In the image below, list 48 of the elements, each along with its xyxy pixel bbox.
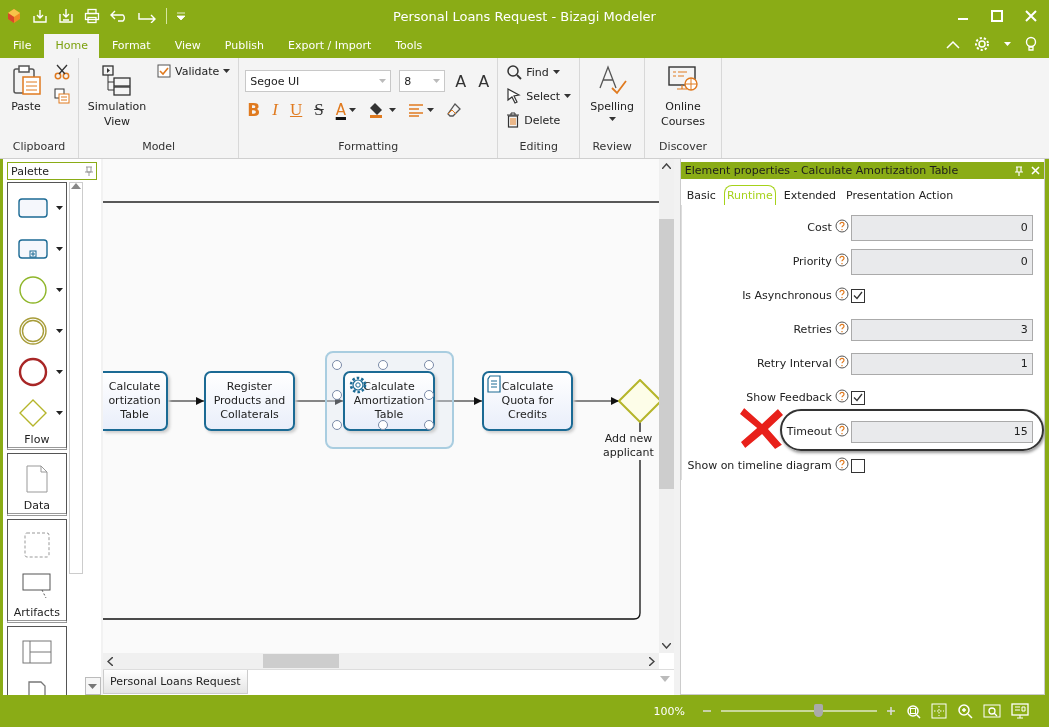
property-tab[interactable]: Basic [684,185,718,205]
window-title: Personal Loans Request - Bizagi Modeler [392,8,657,24]
property-label: Priority [792,255,832,268]
task-box[interactable]: Register Products and Collaterals [204,371,295,431]
section-label: Artifacts [13,606,60,620]
property-label: Show on timeline diagram [687,459,832,472]
group-label: Discover [658,140,708,155]
ribbon-button[interactable]: Paste [6,62,46,116]
property-label: Retries [793,323,832,336]
group-label: Editing [518,140,559,155]
property-label: Show Feedback [746,391,832,404]
panel-title: Element properties - Calculate Amortization Table [684,164,959,177]
ribbon-button[interactable]: Simulation View [85,62,149,131]
grow-font-button[interactable]: A [453,71,469,91]
ribbon-button[interactable]: Spelling [586,62,639,123]
number-field[interactable]: 0 [850,248,1033,275]
shrink-font-button[interactable]: A [476,71,492,91]
palette-title: Palette [11,164,50,178]
section-label: Flow [24,433,50,447]
group-label: Clipboard [11,140,67,155]
group-label: Model [141,140,177,155]
number-field[interactable]: 1 [850,352,1033,375]
ribbon-button[interactable]: Delete [504,110,574,130]
task-box[interactable]: Calculate ortization Table [103,371,168,431]
property-tab[interactable]: Presentation Action [844,185,956,205]
ribbon-button[interactable]: Validate [155,62,233,80]
property-label: Is Asynchronous [742,289,832,302]
number-field[interactable]: 3 [850,318,1033,341]
font-size-field[interactable]: 8 [399,70,446,92]
property-tab[interactable]: Extended [781,185,839,205]
group-label: Formatting [337,140,400,155]
property-label: Timeout [786,425,832,438]
property-label: Cost [807,221,832,234]
strikethrough-button[interactable]: S [312,100,326,120]
number-field[interactable]: 0 [850,214,1033,241]
task-box[interactable]: Calculate Amortization Table [343,371,435,431]
task-box[interactable]: Calculate Quota for Credits [482,371,573,431]
font-field[interactable]: Segoe UI [245,70,392,92]
property-label: Retry Interval [756,357,832,370]
group-label: Review [591,140,633,155]
gateway-label: Add new applicant [603,432,654,460]
diagram-tab[interactable]: Personal Loans Request [103,670,248,694]
ribbon-button[interactable]: Online Courses [651,62,716,131]
number-field[interactable]: 15 [850,420,1033,443]
section-label: Data [23,499,50,513]
ribbon-button[interactable]: Find [504,62,574,82]
ribbon-button[interactable]: Select [504,86,574,106]
zoom-level: 100% [653,704,685,718]
